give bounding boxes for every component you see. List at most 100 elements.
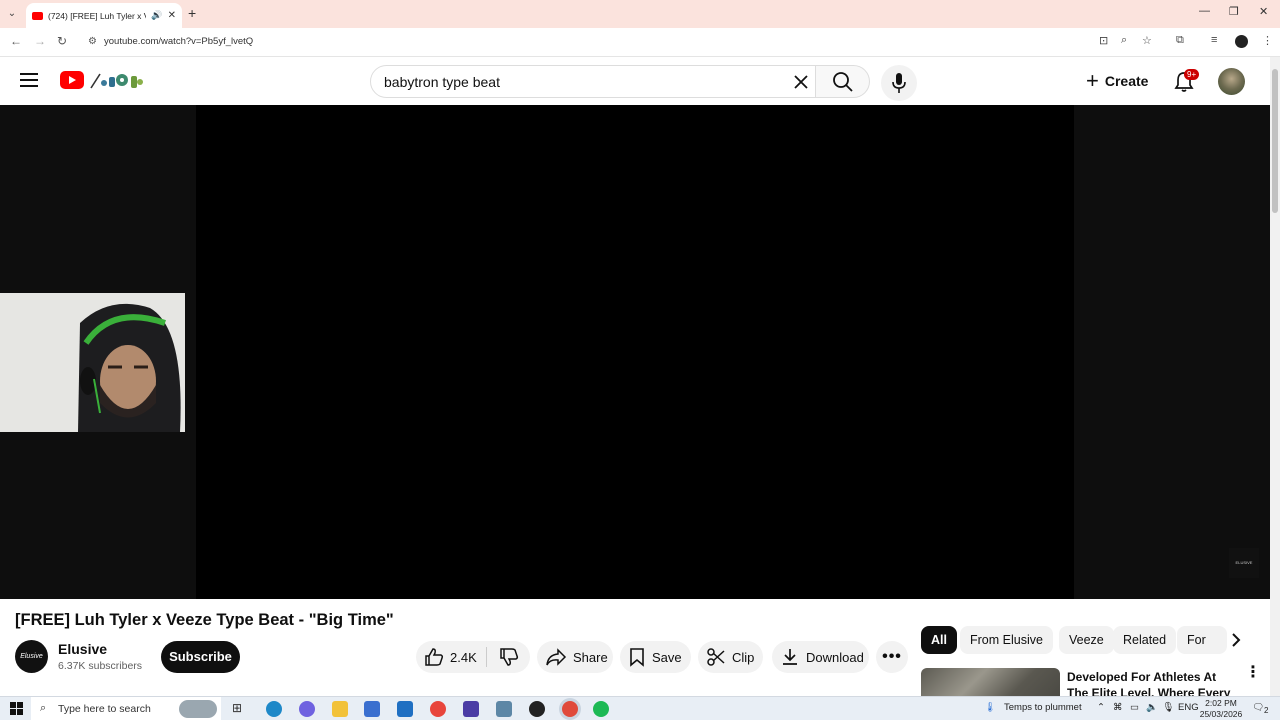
install-app-icon[interactable]: ⊡ (1099, 34, 1108, 47)
language-indicator[interactable]: ENG (1178, 702, 1199, 713)
taskbar-search-placeholder[interactable]: Type here to search (58, 703, 151, 715)
youtube-favicon-icon (32, 11, 43, 20)
clip-label: Clip (732, 649, 755, 665)
chip-from-elusive[interactable]: From Elusive (960, 626, 1053, 654)
close-window-button[interactable]: ✕ (1259, 5, 1268, 18)
tab-search-menu-icon[interactable]: ⌄ (4, 6, 20, 22)
search-box[interactable]: babytron type beat (370, 65, 816, 98)
like-dislike-group: 2.4K (416, 641, 530, 673)
youtube-logo-icon[interactable] (60, 71, 84, 89)
new-tab-button[interactable]: + (188, 5, 196, 21)
browser-tab-active[interactable]: (724) [FREE] Luh Tyler x Veeze Type Beat… (26, 3, 182, 28)
microsoft-store-icon[interactable] (364, 701, 380, 717)
task-view-icon[interactable]: ⊞ (232, 701, 248, 717)
more-actions-button[interactable]: ••• (876, 641, 908, 673)
recommended-video-title[interactable]: Developed For Athletes At The Elite Leve… (1067, 669, 1237, 696)
microphone-icon (892, 73, 906, 93)
chrome-icon[interactable] (430, 701, 446, 717)
like-count: 2.4K (450, 649, 477, 665)
scrollbar-thumb[interactable] (1272, 69, 1278, 213)
thermometer-icon: 🌡 (984, 702, 997, 713)
app-icon-2[interactable] (496, 701, 512, 717)
address-bar[interactable]: ⚙ youtube.com/watch?v=Pb5yf_lvetQ (80, 31, 1200, 53)
clock-time: 2:02 PM (1205, 698, 1237, 708)
battery-icon[interactable]: ▭ (1130, 702, 1139, 713)
chip-all[interactable]: All (921, 626, 957, 654)
scissors-icon (707, 648, 725, 666)
weather-text[interactable]: Temps to plummet (1004, 702, 1082, 713)
taskbar-search-icon: ⌕ (40, 702, 47, 714)
zoom-icon[interactable]: ⌕ (1121, 34, 1127, 47)
system-clock[interactable]: 2:02 PM 25/03/2026 (1198, 698, 1244, 720)
chip-veeze[interactable]: Veeze (1059, 626, 1114, 654)
share-button[interactable]: Share (537, 641, 613, 673)
tray-chevron-icon[interactable]: ⌃ (1097, 702, 1105, 713)
plus-icon: + (1086, 68, 1099, 93)
app-icon-1[interactable] (463, 701, 479, 717)
minimize-window-button[interactable]: — (1199, 5, 1210, 17)
notification-count-badge: 9+ (1184, 69, 1200, 80)
page-scrollbar[interactable] (1270, 57, 1280, 697)
reload-button[interactable]: ↻ (57, 34, 67, 48)
create-label: Create (1104, 73, 1149, 89)
bookmark-icon (630, 648, 644, 667)
notification-center-icon[interactable]: 🗨 (1252, 702, 1264, 713)
dislike-button[interactable] (487, 647, 530, 667)
reading-list-icon[interactable]: ≡ (1211, 34, 1217, 46)
back-button[interactable]: ← (10, 34, 22, 48)
windows-taskbar: ⌕ Type here to search ⊞ 🌡 Temps to plumm… (0, 696, 1280, 721)
url-text[interactable]: youtube.com/watch?v=Pb5yf_lvetQ (104, 36, 253, 47)
file-explorer-icon[interactable] (332, 701, 348, 717)
webcam-overlay (0, 293, 185, 432)
forward-button[interactable]: → (34, 34, 46, 48)
obs-icon[interactable] (529, 701, 545, 717)
channel-name[interactable]: Elusive (58, 641, 107, 657)
more-dots-icon: ••• (882, 648, 902, 665)
search-button[interactable] (816, 65, 870, 98)
browser-menu-icon[interactable]: ⋮ (1262, 34, 1273, 47)
clear-search-icon[interactable] (793, 74, 809, 90)
clock-date: 25/03/2026 (1199, 709, 1243, 719)
maximize-window-button[interactable]: ❐ (1229, 5, 1239, 18)
like-button[interactable]: 2.4K (416, 647, 486, 667)
thumbs-down-icon (499, 648, 518, 666)
create-button[interactable]: + Create (1086, 69, 1148, 93)
chrome-active-icon[interactable] (562, 701, 578, 717)
extensions-icon[interactable]: ⧉ (1176, 34, 1184, 47)
subscriber-count: 6.37K subscribers (58, 660, 143, 672)
video-player[interactable] (196, 105, 1074, 599)
copilot-icon[interactable] (299, 701, 315, 717)
subscribe-button[interactable]: Subscribe (161, 641, 240, 673)
save-label: Save (652, 649, 682, 665)
bookmark-star-icon[interactable]: ☆ (1142, 34, 1152, 47)
chip-related[interactable]: Related (1113, 626, 1177, 654)
close-tab-icon[interactable]: ✕ (168, 10, 176, 21)
edge-browser-icon[interactable] (266, 701, 282, 717)
channel-watermark[interactable]: ELUSIVE (1229, 548, 1259, 578)
download-button[interactable]: Download (772, 641, 869, 673)
recommended-more-icon[interactable]: ⋮ (1245, 665, 1261, 681)
chip-for-you[interactable]: For (1177, 626, 1227, 654)
recommended-video-thumbnail[interactable] (921, 668, 1060, 696)
channel-avatar[interactable]: Elusive (15, 640, 48, 673)
spotify-icon[interactable] (593, 701, 609, 717)
tab-audio-icon[interactable]: 🔊 (151, 10, 162, 21)
menu-icon[interactable] (20, 73, 38, 91)
voice-search-button[interactable] (881, 65, 917, 101)
chevron-right-icon[interactable] (1227, 631, 1245, 649)
network-icon[interactable]: ⌘ (1113, 702, 1123, 713)
youtube-doodle-icon[interactable] (88, 70, 146, 90)
volume-icon[interactable]: 🔈 (1146, 702, 1158, 713)
save-button[interactable]: Save (620, 641, 691, 673)
taskbar-search-box[interactable]: ⌕ Type here to search (31, 697, 221, 721)
search-input[interactable]: babytron type beat (384, 74, 500, 90)
clip-button[interactable]: Clip (698, 641, 763, 673)
user-avatar[interactable] (1218, 68, 1245, 95)
site-info-icon[interactable]: ⚙ (88, 36, 97, 47)
browser-profile-avatar[interactable] (1235, 35, 1248, 48)
mail-icon[interactable] (397, 701, 413, 717)
windows-start-icon[interactable] (10, 702, 23, 715)
notification-count: 2 (1264, 706, 1269, 715)
browser-toolbar: ← → ↻ ⚙ youtube.com/watch?v=Pb5yf_lvetQ … (0, 28, 1280, 57)
mic-tray-icon[interactable]: 🎙 (1162, 702, 1174, 713)
